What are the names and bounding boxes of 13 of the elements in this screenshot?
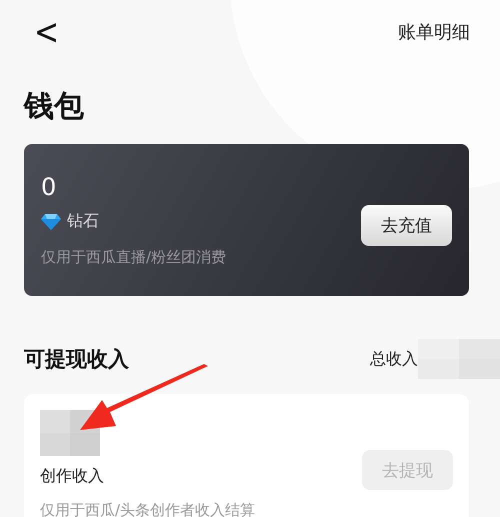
diamond-note: 仅用于西瓜直播/粉丝团消费 bbox=[41, 248, 226, 267]
section-title: 可提现收入 bbox=[24, 346, 129, 373]
total-income-label: 总收入 bbox=[370, 348, 418, 370]
bill-details-link[interactable]: 账单明细 bbox=[398, 20, 470, 44]
income-name: 创作收入 bbox=[40, 466, 105, 487]
diamond-icon bbox=[41, 212, 61, 230]
income-note: 仅用于西瓜/头条创作者收入结算 bbox=[40, 501, 256, 517]
pixelated-patch bbox=[40, 410, 100, 456]
diamond-label: 钻石 bbox=[67, 211, 99, 232]
diamond-amount: 0 bbox=[41, 173, 58, 201]
back-button[interactable]: < bbox=[34, 11, 60, 53]
page-title: 钱包 bbox=[22, 88, 85, 126]
recharge-button[interactable]: 去充值 bbox=[361, 204, 452, 246]
